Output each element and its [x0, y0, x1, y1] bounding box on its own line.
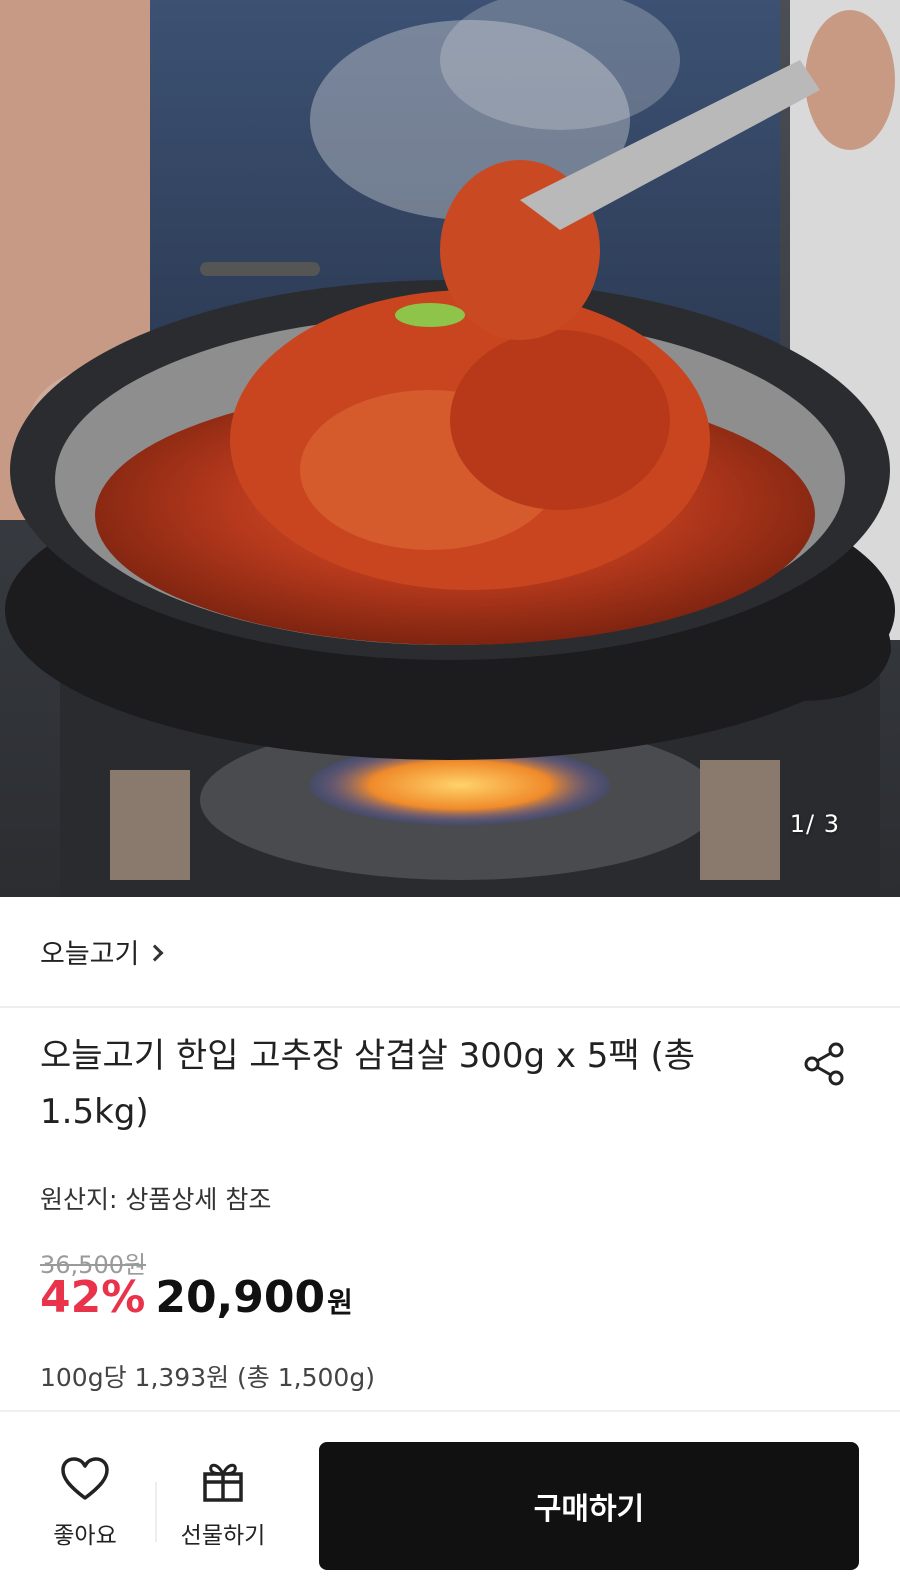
- gift-button[interactable]: 선물하기: [168, 1454, 278, 1564]
- brand-name: 오늘고기: [40, 939, 140, 970]
- divider: [155, 1482, 157, 1542]
- bottom-action-bar: 좋아요 선물하기 구매하기: [0, 1410, 900, 1587]
- like-label: 좋아요: [53, 1523, 117, 1549]
- currency-label: 원: [327, 1286, 353, 1319]
- share-icon-glyph: [804, 1042, 844, 1086]
- like-button[interactable]: 좋아요: [30, 1454, 140, 1564]
- sale-price: 20,900: [155, 1272, 326, 1323]
- origin-info: 원산지: 상품상세 참조: [40, 1185, 272, 1214]
- price-row: 42% 20,900 원: [40, 1272, 353, 1323]
- gift-label: 선물하기: [180, 1523, 266, 1549]
- product-title: 오늘고기 한입 고추장 삼겹살 300g x 5팩 (총 1.5kg): [40, 1036, 696, 1132]
- buy-button[interactable]: 구매하기: [319, 1442, 859, 1570]
- heart-icon: [61, 1457, 109, 1500]
- chevron-right-icon: [146, 944, 164, 961]
- product-photo: [0, 0, 900, 897]
- share-icon[interactable]: [800, 1040, 848, 1088]
- product-image[interactable]: 1/ 3: [0, 0, 900, 897]
- brand-link[interactable]: 오늘고기: [0, 897, 900, 1008]
- unit-price: 100g당 1,393원 (총 1,500g): [40, 1363, 375, 1392]
- gift-icon: [203, 1463, 243, 1502]
- discount-rate: 42%: [40, 1272, 146, 1323]
- image-counter: 1/ 3: [789, 810, 840, 838]
